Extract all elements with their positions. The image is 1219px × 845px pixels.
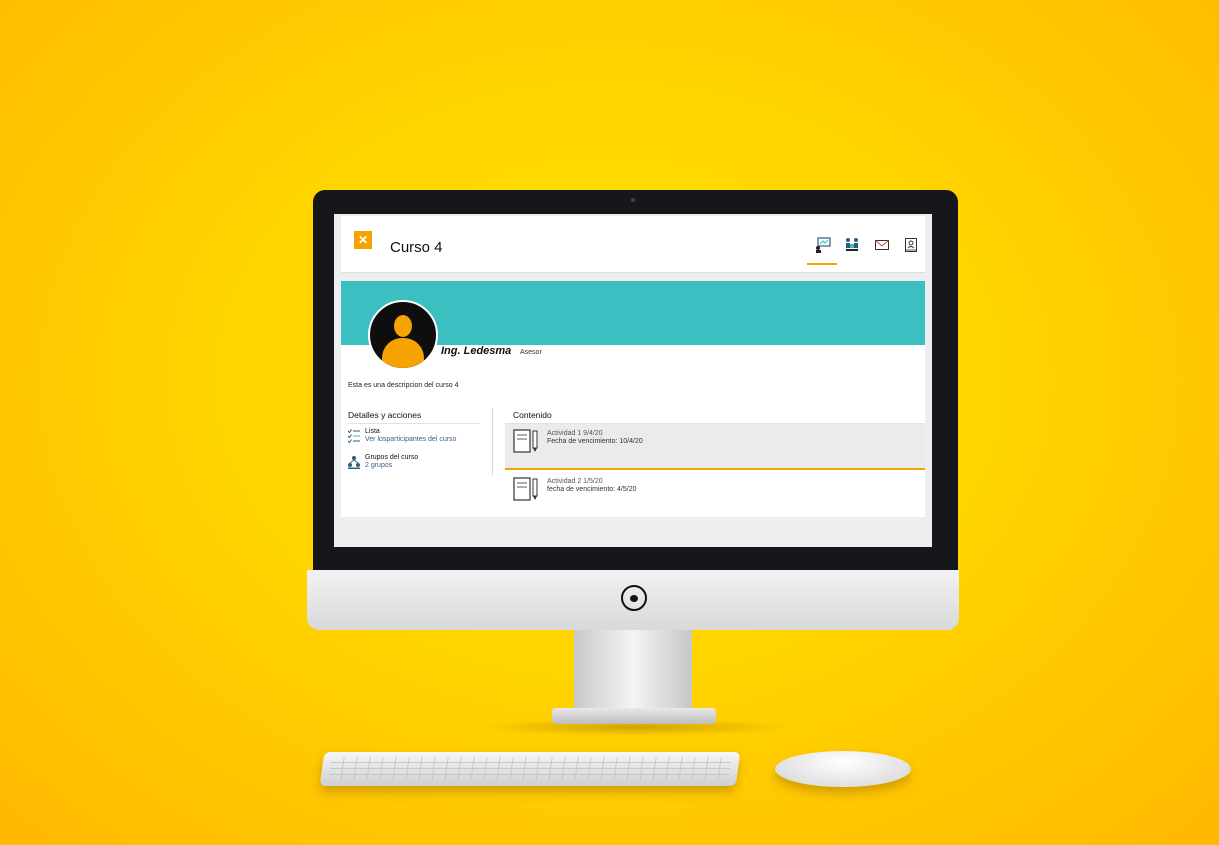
keyboard-keys	[328, 757, 732, 780]
activity-title: Actividad 1 9/4/20	[547, 430, 603, 437]
monitor-stand	[574, 630, 692, 714]
vertical-divider	[492, 408, 493, 475]
course-description: Esta es una descripcion del curso 4	[348, 382, 459, 389]
mail-icon[interactable]	[874, 237, 890, 253]
hierarchy-icon	[348, 456, 360, 469]
presentation-icon[interactable]	[815, 237, 831, 253]
avatar-body	[382, 338, 424, 368]
sidebar-item-label: Lista	[365, 428, 380, 435]
notebook-pencil-icon	[513, 429, 538, 453]
top-bar: ✕ Curso 4	[341, 216, 925, 273]
activity-item[interactable]: Actividad 1 9/4/20 Fecha de vencimiento:…	[505, 424, 925, 470]
avatar-head	[394, 315, 412, 337]
activity-title: Actividad 2 1/5/20	[547, 478, 603, 485]
apple-logo-icon	[621, 585, 647, 611]
active-tab-underline	[807, 263, 837, 265]
notebook-pencil-icon	[513, 477, 538, 501]
mouse	[775, 751, 911, 787]
course-content: Ing. Ledesma Asesor Esta es una descripc…	[341, 281, 925, 517]
checklist-icon	[348, 429, 360, 443]
sidebar-item-grupos[interactable]: Grupos del curso 2 grupos	[348, 454, 488, 476]
details-title: Detalles y acciones	[348, 410, 422, 420]
contenido-title: Contenido	[513, 410, 552, 420]
avatar	[368, 300, 438, 370]
keyboard	[319, 752, 741, 786]
course-title: Curso 4	[390, 239, 443, 256]
sidebar-item-sub: Ver losparticipantes del curso	[365, 436, 457, 443]
contact-book-icon[interactable]	[903, 237, 919, 253]
sidebar-item-lista[interactable]: Lista Ver losparticipantes del curso	[348, 428, 488, 450]
monitor-chin	[307, 570, 959, 630]
close-button[interactable]: ✕	[354, 231, 372, 249]
camera-icon	[631, 198, 635, 202]
sidebar-item-sub: 2 grupos	[365, 462, 393, 469]
teacher-role: Asesor	[520, 349, 542, 356]
sidebar-item-label: Grupos del curso	[365, 454, 419, 461]
monitor-stand-base	[552, 708, 716, 724]
group-meeting-icon[interactable]	[844, 237, 860, 253]
teacher-name: Ing. Ledesma	[441, 345, 512, 357]
details-underline	[348, 423, 480, 424]
activity-due: Fecha de vencimiento: 10/4/20	[547, 438, 643, 445]
activity-due: fecha de vencimiento: 4/5/20	[547, 486, 637, 493]
activity-item[interactable]: Actividad 2 1/5/20 fecha de vencimiento:…	[505, 472, 925, 516]
screen: ✕ Curso 4 Ing. Ledesma Asesor Esta es un…	[334, 214, 932, 547]
